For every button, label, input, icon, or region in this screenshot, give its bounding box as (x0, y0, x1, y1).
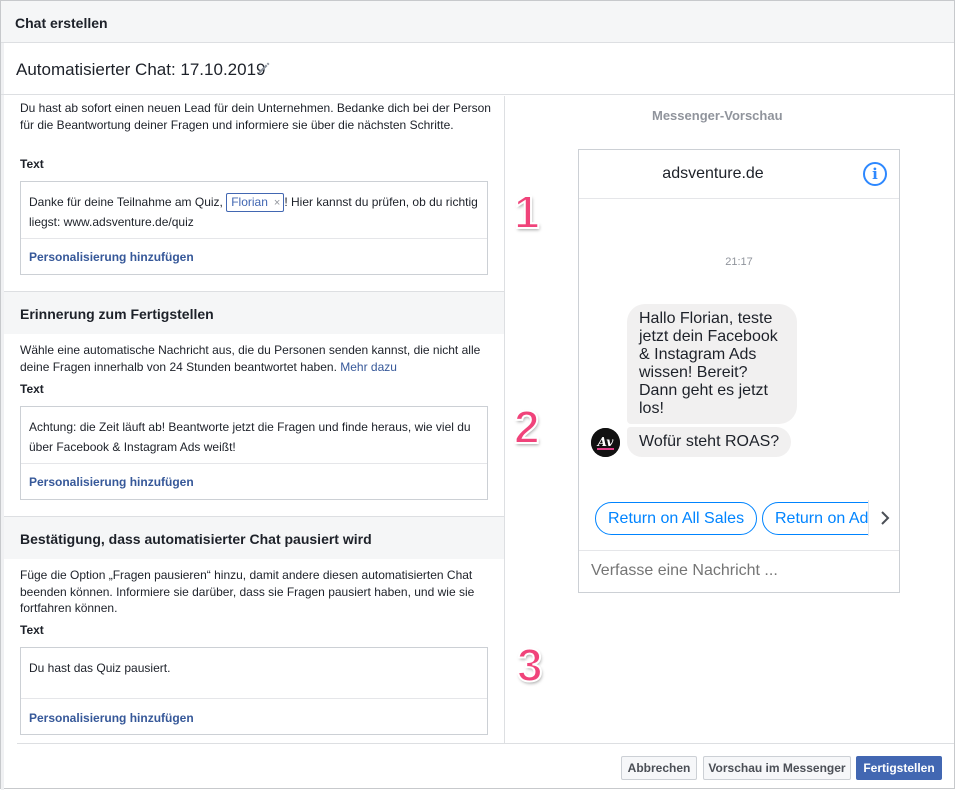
info-icon[interactable]: i (863, 162, 887, 186)
page-avatar-icon: Av (591, 428, 620, 457)
section3-add-personalization-link[interactable]: Personalisierung hinzufügen (29, 711, 194, 725)
compose-divider (579, 550, 899, 551)
section2-title: Erinnerung zum Fertigstellen (20, 306, 214, 322)
svg-text:Av: Av (597, 435, 615, 449)
section3-text-label: Text (20, 623, 44, 637)
footer-divider (17, 743, 954, 744)
dialog-title: Chat erstellen (15, 15, 108, 31)
chevron-right-icon (881, 511, 890, 525)
chat-name[interactable]: Automatisierter Chat: 17.10.2019 (16, 60, 265, 80)
section2-message-text[interactable]: Achtung: die Zeit läuft ab! Beantworte j… (29, 417, 479, 457)
section1-add-personalization-link[interactable]: Personalisierung hinzufügen (29, 250, 194, 264)
annotation-number-3: 3 (516, 638, 544, 692)
section2-text-label: Text (20, 382, 44, 396)
messenger-preview-header: adsventure.de i (579, 150, 899, 199)
preview-in-messenger-button[interactable]: Vorschau im Messenger (703, 756, 851, 780)
message-bubble-question: Wofür steht ROAS? (627, 427, 792, 457)
personalization-token-chip[interactable]: Florian × (226, 193, 285, 212)
section3-header: Bestätigung, dass automatisierter Chat p… (4, 516, 504, 559)
remove-token-icon[interactable]: × (274, 197, 280, 209)
cancel-button[interactable]: Abbrechen (621, 756, 697, 780)
section2-add-personalization-link[interactable]: Personalisierung hinzufügen (29, 475, 194, 489)
pencil-icon[interactable] (257, 61, 271, 75)
messenger-preview: adsventure.de i 21:17 Hallo Florian, tes… (578, 149, 900, 593)
quick-reply-return-on-all-sales[interactable]: Return on All Sales (595, 502, 758, 535)
section2-header: Erinnerung zum Fertigstellen (4, 291, 504, 334)
message-timestamp: 21:17 (725, 256, 753, 268)
section3-description: Füge die Option „Fragen pausieren“ hinzu… (20, 568, 475, 615)
section3-message-text[interactable]: Du hast das Quiz pausiert. (29, 658, 479, 678)
section1-message-box[interactable]: Danke für deine Teilnahme am Quiz, Flori… (20, 181, 488, 275)
page-name: adsventure.de (662, 165, 764, 182)
section3-title: Bestätigung, dass automatisierter Chat p… (20, 531, 372, 547)
pane-divider (504, 96, 505, 743)
message-bubble-greeting: Hallo Florian, teste jetzt dein Facebook… (627, 304, 797, 424)
finish-button[interactable]: Fertigstellen (856, 756, 942, 780)
section3-message-box[interactable]: Du hast das Quiz pausiert. Personalisier… (20, 647, 488, 735)
section1-message-text[interactable]: Danke für deine Teilnahme am Quiz, Flori… (29, 192, 479, 232)
section1-text-label: Text (20, 157, 44, 171)
message-settings-pane: Du hast ab sofort einen neuen Lead für d… (4, 96, 504, 743)
section1-description: Du hast ab sofort einen neuen Lead für d… (20, 101, 491, 132)
quick-replies-next-button[interactable] (868, 500, 899, 536)
messenger-preview-title: Messenger-Vorschau (652, 108, 783, 123)
more-info-link[interactable]: Mehr dazu (340, 360, 397, 374)
section2-message-box[interactable]: Achtung: die Zeit läuft ab! Beantworte j… (20, 406, 488, 500)
annotation-number-1: 1 (513, 185, 541, 239)
create-chat-dialog: Chat erstellen Automatisierter Chat: 17.… (0, 0, 955, 790)
section2-description: Wähle eine automatische Nachricht aus, d… (20, 343, 481, 374)
annotation-number-2: 2 (513, 400, 541, 454)
compose-message-input[interactable] (591, 562, 887, 580)
chat-name-bar: Automatisierter Chat: 17.10.2019 (1, 43, 954, 95)
dialog-header: Chat erstellen (1, 1, 954, 43)
